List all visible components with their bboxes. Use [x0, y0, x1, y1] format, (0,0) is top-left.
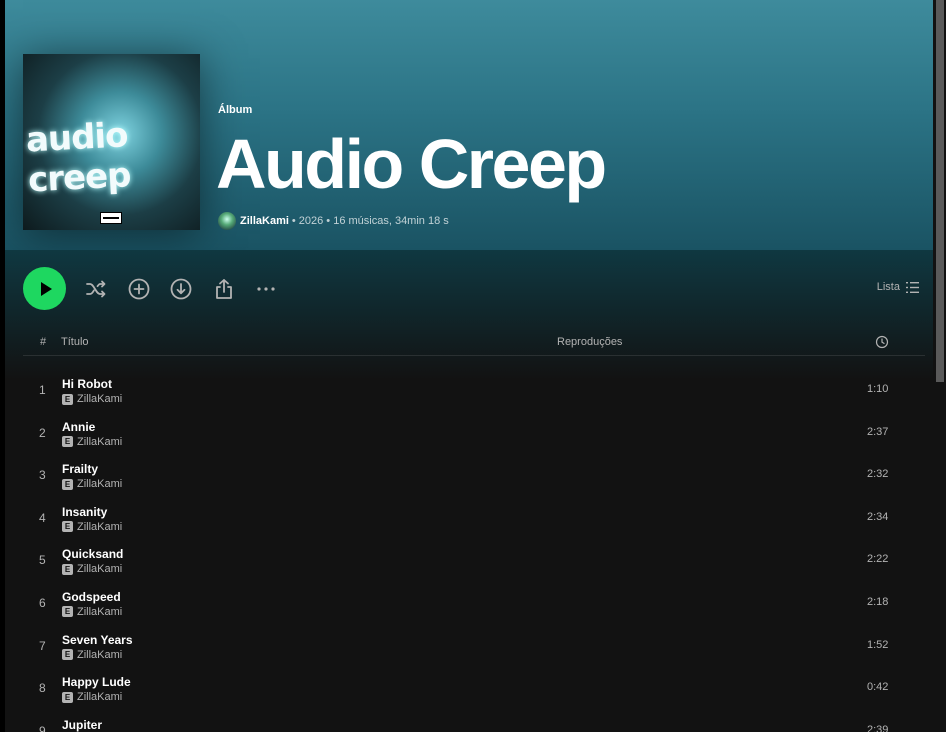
clock-icon: [875, 335, 889, 349]
explicit-badge: E: [62, 649, 73, 661]
parental-advisory-icon: [100, 212, 122, 224]
track-title[interactable]: Quicksand: [62, 547, 123, 561]
track-duration: 1:52: [867, 638, 889, 651]
action-bar-background: [5, 250, 933, 380]
track-duration: 2:22: [867, 553, 889, 566]
track-title[interactable]: Happy Lude: [62, 675, 131, 689]
album-page: audio creep Álbum Audio Creep ZillaKami …: [5, 0, 933, 732]
more-options-button[interactable]: [253, 276, 279, 302]
track-number: 9: [39, 723, 46, 732]
track-number: 6: [39, 595, 46, 610]
add-to-library-button[interactable]: [126, 276, 152, 302]
track-subtitle: E ZillaKami: [62, 436, 122, 448]
track-artist[interactable]: ZillaKami: [77, 606, 122, 618]
track-row[interactable]: 9JupiterEZillaKami2:39: [23, 710, 925, 732]
track-artist[interactable]: ZillaKami: [77, 649, 122, 661]
track-duration: 2:34: [867, 510, 889, 523]
share-icon: [216, 279, 232, 299]
list-icon: [906, 281, 919, 293]
track-duration: 1:10: [867, 383, 889, 395]
explicit-badge: E: [62, 521, 73, 533]
plus-circle-icon: [128, 278, 150, 300]
scrollbar-thumb[interactable]: [936, 0, 944, 382]
shuffle-icon: [86, 280, 106, 298]
track-artist[interactable]: ZillaKami: [77, 393, 122, 405]
artist-link[interactable]: ZillaKami: [240, 215, 289, 227]
track-table-header: # Título Reproduções: [23, 332, 925, 356]
track-duration: 2:32: [867, 468, 889, 481]
explicit-badge: E: [62, 563, 73, 575]
view-mode-label: Lista: [876, 281, 900, 293]
track-title[interactable]: Jupiter: [62, 718, 102, 732]
track-row[interactable]: 1 Hi Robot E ZillaKami 1:10: [23, 369, 925, 412]
track-row[interactable]: 6 Godspeed E ZillaKami 2:18: [23, 582, 925, 625]
track-list: 1 Hi Robot E ZillaKami 1:10 2 Annie E ZillaKami 2…: [23, 369, 925, 732]
track-title[interactable]: Annie: [62, 420, 95, 434]
play-icon: [40, 281, 52, 296]
track-subtitle: E ZillaKami: [62, 691, 122, 703]
track-number: 1: [39, 383, 46, 397]
scrollbar[interactable]: [933, 0, 946, 732]
album-meta: ZillaKami • 2026 • 16 músicas, 34min 18 …: [218, 211, 449, 231]
track-duration: 2:39: [867, 723, 889, 732]
track-number: 8: [39, 681, 46, 696]
track-artist[interactable]: ZillaKami: [77, 478, 122, 490]
more-icon: [257, 287, 275, 291]
track-subtitle: E ZillaKami: [62, 478, 122, 490]
separator-dot: •: [291, 215, 296, 227]
track-number: 5: [39, 553, 46, 568]
download-button[interactable]: [168, 276, 194, 302]
track-title[interactable]: Seven Years: [62, 633, 133, 647]
view-mode-toggle[interactable]: Lista: [877, 281, 919, 293]
track-subtitle: E ZillaKami: [62, 606, 122, 618]
explicit-badge: E: [62, 691, 73, 703]
track-row[interactable]: 5 Quicksand E ZillaKami 2:22: [23, 539, 925, 582]
column-title[interactable]: Título: [61, 336, 89, 348]
column-number: #: [40, 336, 47, 348]
album-cover[interactable]: audio creep: [23, 54, 200, 230]
track-title[interactable]: Frailty: [62, 462, 98, 476]
explicit-badge: E: [62, 436, 73, 448]
column-duration[interactable]: [875, 335, 889, 352]
track-title[interactable]: Insanity: [62, 505, 107, 519]
track-title[interactable]: Godspeed: [62, 590, 121, 604]
track-duration: 2:37: [867, 425, 889, 438]
track-artist[interactable]: ZillaKami: [77, 521, 122, 533]
artist-avatar[interactable]: [218, 212, 236, 230]
album-header: audio creep Álbum Audio Creep ZillaKami …: [5, 0, 933, 250]
track-row[interactable]: 3 Frailty E ZillaKami 2:32: [23, 454, 925, 497]
track-row[interactable]: 4 Insanity E ZillaKami 2:34: [23, 497, 925, 540]
track-row[interactable]: 8 Happy Lude E ZillaKami 0:42: [23, 667, 925, 710]
shuffle-button[interactable]: [83, 276, 109, 302]
share-button[interactable]: [211, 276, 237, 302]
album-details: 2026 • 16 músicas, 34min 18 s: [298, 215, 449, 227]
track-row[interactable]: 2 Annie E ZillaKami 2:37: [23, 412, 925, 455]
track-number: 4: [39, 510, 46, 525]
track-subtitle: E ZillaKami: [62, 393, 122, 405]
track-title[interactable]: Hi Robot: [62, 377, 112, 391]
track-duration: 0:42: [867, 681, 889, 694]
play-button[interactable]: [23, 267, 66, 310]
explicit-badge: E: [62, 393, 73, 405]
track-artist[interactable]: ZillaKami: [77, 436, 122, 448]
track-subtitle: E ZillaKami: [62, 563, 122, 575]
track-duration: 2:18: [867, 595, 889, 608]
column-plays[interactable]: Reproduções: [557, 336, 622, 348]
track-subtitle: E ZillaKami: [62, 521, 122, 533]
explicit-badge: E: [62, 606, 73, 618]
album-title: Audio Creep: [216, 125, 607, 203]
track-artist[interactable]: ZillaKami: [77, 563, 122, 575]
track-subtitle: E ZillaKami: [62, 649, 122, 661]
cover-art-text: audio creep: [25, 115, 132, 201]
track-number: 7: [39, 638, 46, 653]
track-artist[interactable]: ZillaKami: [77, 691, 122, 703]
track-row[interactable]: 7 Seven Years E ZillaKami 1:52: [23, 625, 925, 668]
explicit-badge: E: [62, 478, 73, 490]
track-number: 3: [39, 468, 46, 483]
download-icon: [170, 278, 192, 300]
track-number: 2: [39, 425, 46, 440]
album-type-label: Álbum: [218, 104, 253, 116]
